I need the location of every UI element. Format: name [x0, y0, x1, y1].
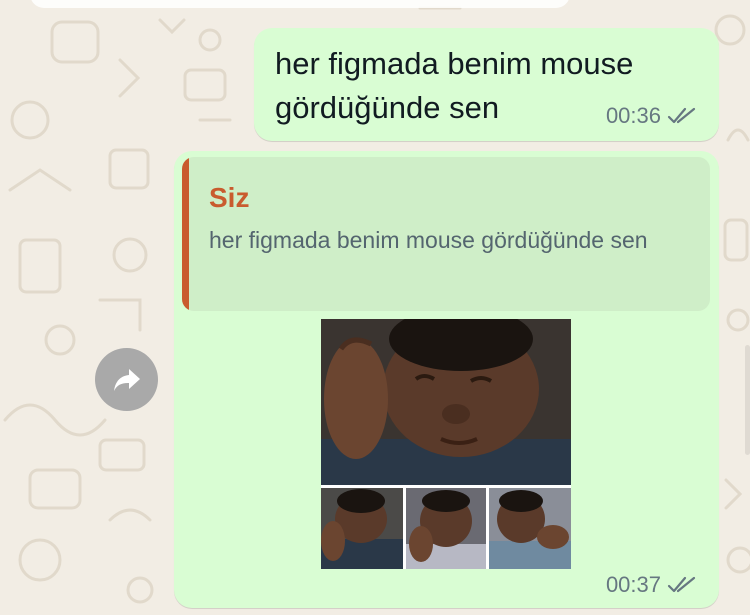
quoted-message[interactable]: Siz her figmada benim mouse gördüğünde s… — [182, 157, 710, 311]
forward-button[interactable] — [95, 348, 158, 411]
message-time: 00:36 — [605, 103, 661, 128]
double-check-icon — [667, 107, 696, 124]
previous-message-edge — [30, 0, 570, 8]
message-meta: 00:37 — [606, 572, 699, 598]
quote-author: Siz — [209, 182, 250, 213]
double-check-icon — [667, 576, 696, 593]
message-time: 00:37 — [605, 572, 661, 597]
outgoing-message-bubble[interactable]: her figmada benim mouse gördüğünde sen 0… — [254, 28, 719, 141]
quote-accent-bar — [182, 157, 189, 311]
meme-image[interactable] — [321, 319, 571, 569]
forward-arrow-icon — [113, 368, 140, 391]
scrollbar[interactable] — [745, 345, 750, 455]
quote-text: her figmada benim mouse gördüğünde sen — [209, 227, 648, 253]
message-meta: 00:36 — [606, 103, 699, 129]
outgoing-reply-message-bubble[interactable]: Siz her figmada benim mouse gördüğünde s… — [174, 151, 719, 608]
